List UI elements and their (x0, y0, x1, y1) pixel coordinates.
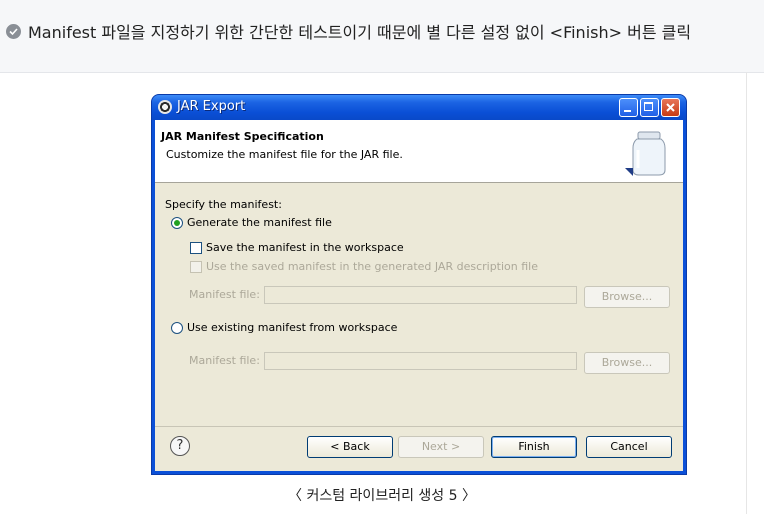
maximize-button[interactable] (640, 98, 659, 117)
use-saved-manifest-label: Use the saved manifest in the generated … (206, 260, 538, 273)
section-label: Specify the manifest: (165, 198, 282, 211)
save-manifest-checkbox[interactable] (190, 242, 202, 254)
minimize-button[interactable] (619, 98, 638, 117)
dialog-client-area: JAR Manifest Specification Customize the… (155, 120, 683, 471)
browse-button-2[interactable]: Browse... (584, 352, 670, 374)
close-button[interactable] (661, 98, 680, 117)
footer-divider (155, 426, 683, 427)
wizard-banner: JAR Manifest Specification Customize the… (155, 120, 683, 183)
figure-caption: 〈 커스텀 라이브러리 생성 5 〉 (288, 488, 476, 504)
use-saved-manifest-checkbox (190, 261, 202, 273)
title-bar[interactable]: JAR Export (152, 95, 686, 120)
help-button[interactable]: ? (170, 436, 190, 456)
close-icon (666, 103, 675, 112)
browse-button[interactable]: Browse... (584, 286, 670, 308)
check-circle-icon (6, 23, 21, 39)
next-button[interactable]: Next > (398, 436, 484, 458)
save-manifest-label[interactable]: Save the manifest in the workspace (206, 241, 404, 254)
page-heading: Manifest 파일을 지정하기 위한 간단한 테스트이기 때문에 별 다른 … (6, 18, 691, 44)
divider (746, 72, 747, 514)
manifest-file-label-2: Manifest file: (189, 354, 260, 367)
eclipse-icon (158, 100, 172, 114)
generate-manifest-label[interactable]: Generate the manifest file (187, 216, 332, 229)
minimize-icon (624, 110, 631, 112)
window-title: JAR Export (177, 99, 246, 114)
banner-title: JAR Manifest Specification (161, 130, 324, 143)
heading-text: Manifest 파일을 지정하기 위한 간단한 테스트이기 때문에 별 다른 … (28, 23, 692, 42)
maximize-icon (644, 102, 653, 111)
manifest-file-label: Manifest file: (189, 288, 260, 301)
manifest-file-input[interactable] (264, 286, 577, 304)
banner-description: Customize the manifest file for the JAR … (166, 148, 403, 161)
existing-manifest-label[interactable]: Use existing manifest from workspace (187, 321, 397, 334)
jar-icon (625, 131, 666, 176)
finish-button[interactable]: Finish (491, 436, 577, 458)
jar-export-dialog: JAR Export JAR Manifest Specification Cu… (152, 95, 686, 474)
generate-manifest-radio[interactable] (171, 217, 183, 229)
cancel-button[interactable]: Cancel (586, 436, 672, 458)
back-button[interactable]: < Back (307, 436, 393, 458)
manifest-file-input-2[interactable] (264, 352, 577, 370)
existing-manifest-radio[interactable] (171, 322, 183, 334)
